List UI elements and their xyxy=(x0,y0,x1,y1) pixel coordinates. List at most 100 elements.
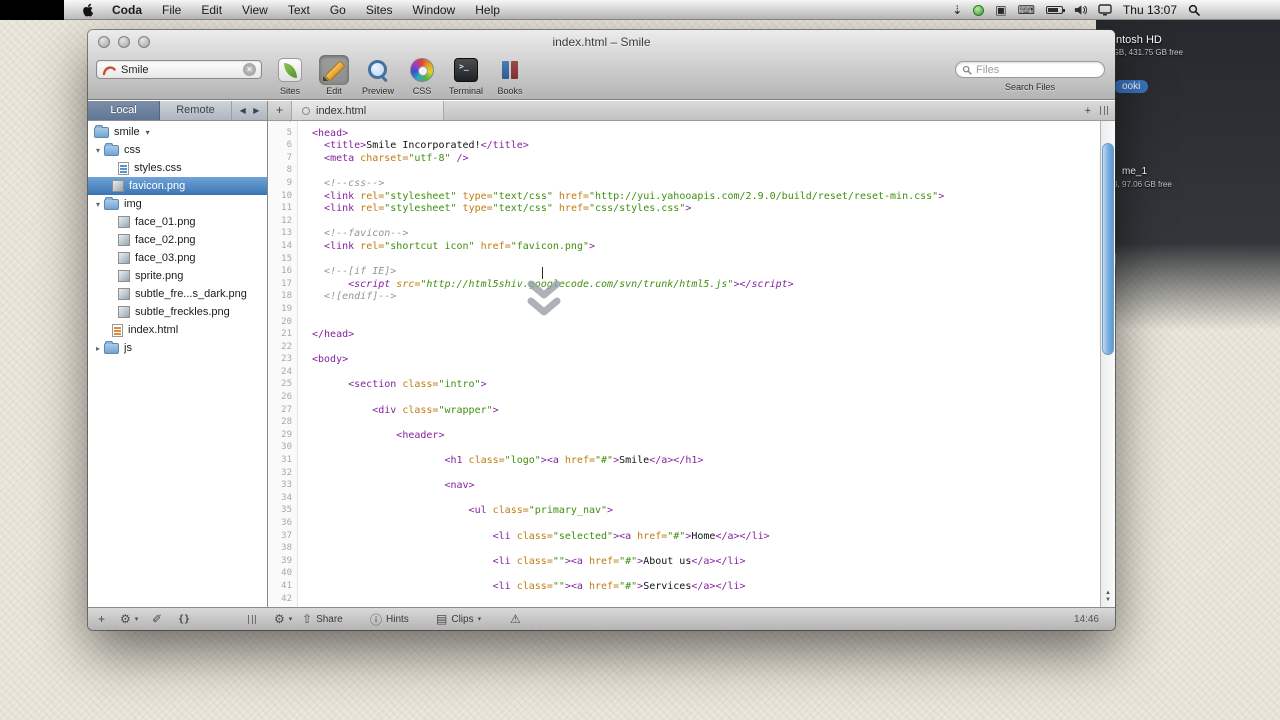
editor-pane: + index.html + 4567891011121314151617181… xyxy=(268,101,1115,607)
tree-item-smile[interactable]: smile ▾ xyxy=(88,123,267,141)
search-files-caption: Search Files xyxy=(1004,82,1056,92)
sidebar-action-gear-button[interactable]: ⚙ ▾ xyxy=(120,608,138,630)
code-editor[interactable]: <head> <title>Smile Incorporated!</title… xyxy=(298,121,1100,607)
hints-button[interactable]: ⓘ Hints xyxy=(370,608,409,630)
battery-icon[interactable] xyxy=(1045,6,1065,14)
window-body: Local Remote ◀ ▶ smile ▾ ▾ css styles.css favi… xyxy=(88,101,1115,607)
editor-scrollbar[interactable]: ▲ ▼ xyxy=(1100,121,1115,607)
desktop-icon-label-selected[interactable]: ooki xyxy=(1114,80,1149,93)
chevron-down-icon[interactable]: ▾ xyxy=(146,128,150,137)
menu-item-edit[interactable]: Edit xyxy=(191,0,232,20)
sites-icon xyxy=(278,58,302,82)
split-add-icon[interactable]: + xyxy=(1085,105,1091,117)
publish-button[interactable]: ✐ xyxy=(152,608,162,630)
forward-arrow-icon[interactable]: ▶ xyxy=(253,106,259,115)
clips-button[interactable]: ▤ Clips ▾ xyxy=(436,608,481,630)
sync-icon[interactable]: ⇣ xyxy=(952,0,962,20)
toolbar-books-button[interactable]: Books xyxy=(490,55,530,96)
validation-warning-icon[interactable]: ⚠ xyxy=(510,608,521,630)
code-lines: <head> <title>Smile Incorporated!</title… xyxy=(312,127,945,592)
toolbar-edit-button[interactable]: Edit xyxy=(314,55,354,96)
site-name: Smile xyxy=(121,63,149,76)
tabbar-grip-icon[interactable] xyxy=(1100,106,1108,115)
tree-item-subtle-freckles-png[interactable]: subtle_freckles.png xyxy=(88,303,267,321)
files-search-input[interactable] xyxy=(976,63,1098,76)
sidebar-tab-local[interactable]: Local xyxy=(88,101,160,120)
scrollbar-arrows[interactable]: ▲ ▼ xyxy=(1101,590,1115,604)
file-icon xyxy=(112,180,124,192)
new-tab-button[interactable]: + xyxy=(268,101,292,120)
tree-item-face-01-png[interactable]: face_01.png xyxy=(88,213,267,231)
toolbar-buttons: SitesEditPreviewCSSTerminalBooks xyxy=(270,55,530,96)
window-statusbar: + ⚙ ▾ ✐ {} ⚙ ▾ ⇧ Share ⓘ Hints ▤ Clips ▾ ⚠ 14:… xyxy=(88,607,1115,630)
folder-icon xyxy=(104,196,119,210)
disclosure-triangle-icon[interactable]: ▾ xyxy=(92,146,104,155)
share-icon: ⇧ xyxy=(302,612,313,626)
site-button[interactable]: Smile ✕ xyxy=(96,60,262,79)
tree-item-styles-css[interactable]: styles.css xyxy=(88,159,267,177)
files-search-field[interactable] xyxy=(955,61,1105,78)
toolbar-terminal-button[interactable]: Terminal xyxy=(446,55,486,96)
volume-icon[interactable] xyxy=(1074,4,1087,16)
folder-icon xyxy=(94,124,109,138)
menu-items: Coda File Edit View Text Go Sites Window Help xyxy=(102,0,510,20)
code-area[interactable]: 4567891011121314151617181920212223242526… xyxy=(268,121,1100,607)
tree-item-js[interactable]: ▸ js xyxy=(88,339,267,357)
tree-item-favicon-png[interactable]: favicon.png xyxy=(88,177,267,195)
menu-item-view[interactable]: View xyxy=(232,0,278,20)
menu-item-window[interactable]: Window xyxy=(403,0,466,20)
tree-item-subtle-fre-s-dark-png[interactable]: subtle_fre...s_dark.png xyxy=(88,285,267,303)
books-icon xyxy=(498,58,522,82)
editor-tab-label: index.html xyxy=(316,104,367,117)
menu-item-file[interactable]: File xyxy=(152,0,191,20)
back-arrow-icon[interactable]: ◀ xyxy=(240,106,246,115)
menu-item-help[interactable]: Help xyxy=(465,0,510,20)
menu-item-coda[interactable]: Coda xyxy=(102,0,152,20)
menu-item-go[interactable]: Go xyxy=(320,0,356,20)
share-button[interactable]: ⇧ Share xyxy=(302,608,343,630)
editor-action-gear-button[interactable]: ⚙ ▾ xyxy=(274,608,292,630)
display-icon[interactable] xyxy=(1098,4,1112,16)
toolbar-css-button[interactable]: CSS xyxy=(402,55,442,96)
spotlight-search-icon[interactable] xyxy=(1188,4,1200,16)
desktop-icon-label-hd[interactable]: ntosh HD xyxy=(1116,34,1162,46)
disclosure-triangle-icon[interactable]: ▾ xyxy=(92,200,104,209)
tree-item-css[interactable]: ▾ css xyxy=(88,141,267,159)
tab-status-icon xyxy=(302,106,310,115)
editor-tab-indexhtml[interactable]: index.html xyxy=(292,101,444,120)
menubar-clock[interactable]: Thu 13:07 xyxy=(1123,3,1177,17)
scrollbar-thumb[interactable] xyxy=(1102,143,1114,355)
window-title: index.html – Smile xyxy=(552,35,651,49)
keyboard-icon[interactable]: ⌨ xyxy=(1018,0,1035,20)
file-icon xyxy=(118,270,130,282)
toolbar-sites-button[interactable]: Sites xyxy=(270,55,310,96)
terminal-icon xyxy=(454,58,478,82)
menubar: Coda File Edit View Text Go Sites Window Help ⇣ … xyxy=(0,0,1280,20)
green-status-icon[interactable] xyxy=(973,4,985,16)
sidebar-tabs: Local Remote xyxy=(88,101,232,120)
tree-item-face-03-png[interactable]: face_03.png xyxy=(88,249,267,267)
menubar-status-area: ⇣ ▣ ⌨ Thu 13:07 xyxy=(952,0,1200,20)
code-snippets-button[interactable]: {} xyxy=(178,608,190,630)
menu-item-text[interactable]: Text xyxy=(278,0,320,20)
scroll-down-annotation-icon xyxy=(527,280,561,316)
line-numbers: 4567891011121314151617181920212223242526… xyxy=(281,121,292,604)
menu-item-sites[interactable]: Sites xyxy=(356,0,403,20)
desktop-icon-info-2: GB, 97.06 GB free xyxy=(1106,180,1172,189)
apple-menu-icon[interactable] xyxy=(82,3,95,20)
desktop-icon-label-2[interactable]: me_1 xyxy=(1122,166,1147,177)
add-file-button[interactable]: + xyxy=(98,608,105,630)
disclosure-triangle-icon[interactable]: ▸ xyxy=(92,344,104,353)
hints-icon: ⓘ xyxy=(370,612,383,627)
tree-item-face-02-png[interactable]: face_02.png xyxy=(88,231,267,249)
sidebar-tab-remote[interactable]: Remote xyxy=(160,101,232,120)
sidebar-resize-grip[interactable] xyxy=(248,608,256,630)
edit-icon xyxy=(322,58,346,82)
remove-site-icon[interactable]: ✕ xyxy=(243,63,256,76)
file-icon xyxy=(118,252,130,264)
clipboard-status-icon[interactable]: ▣ xyxy=(995,0,1006,20)
tree-item-img[interactable]: ▾ img xyxy=(88,195,267,213)
tree-item-index-html[interactable]: index.html xyxy=(88,321,267,339)
tree-item-sprite-png[interactable]: sprite.png xyxy=(88,267,267,285)
toolbar-preview-button[interactable]: Preview xyxy=(358,55,398,96)
